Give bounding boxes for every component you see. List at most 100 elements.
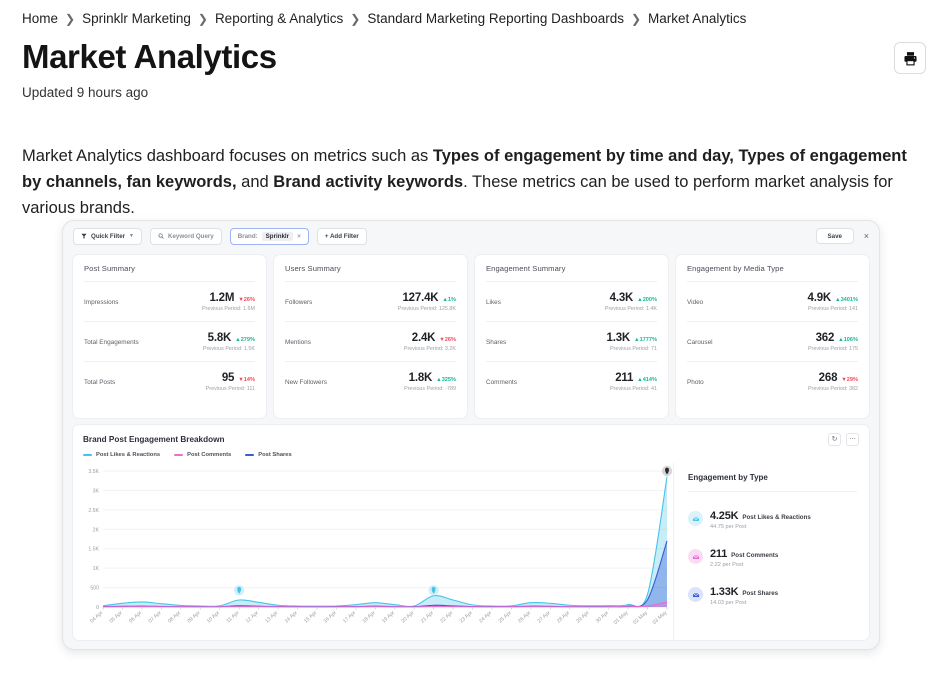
kpi-value-line: 95 ▼14% [206, 372, 255, 384]
kpi-delta: ▲414% [637, 377, 657, 383]
x-axis-tick-label: 10 Apr [206, 610, 221, 625]
add-filter-label: + Add Filter [324, 232, 359, 240]
more-options-icon[interactable]: ⋯ [846, 433, 859, 446]
kpi-delta: ▲325% [436, 377, 456, 383]
kpi-row: Comments 211 ▲414% Previous Period: 41 [486, 362, 657, 401]
x-axis-tick-label: 28 Apr [556, 610, 571, 625]
chart-annotation-pin[interactable] [428, 585, 439, 596]
kpi-previous-period: Previous Period: -789 [404, 386, 456, 392]
add-filter-button[interactable]: + Add Filter [316, 227, 367, 245]
kpi-value-group: 362 ▲106% Previous Period: 175 [808, 332, 858, 352]
quick-filter-label: Quick Filter [91, 232, 126, 240]
engagement-item-text: 4.25K Post Likes & Reactions 44.75 per P… [710, 510, 811, 530]
kpi-value-line: 268 ▼29% [808, 372, 858, 384]
y-axis-tick-label: 1.5K [88, 547, 99, 553]
kpi-card-title: Engagement by Media Type [687, 264, 784, 273]
breadcrumb-item-home[interactable]: Home [22, 11, 58, 26]
kpi-row: Video 4.9K ▲3401% Previous Period: 141 [687, 282, 858, 322]
quick-filter-button[interactable]: Quick Filter ▼ [73, 227, 142, 245]
kpi-value-line: 4.3K ▲200% [605, 292, 657, 304]
kpi-value-group: 4.9K ▲3401% Previous Period: 141 [808, 292, 858, 312]
kpi-row: New Followers 1.8K ▲325% Previous Period… [285, 362, 456, 401]
kpi-delta: ▲1777% [634, 337, 657, 343]
x-axis-tick-label: 03 May [652, 610, 669, 626]
engagement-per-post: 14.03 per Post [710, 600, 747, 606]
dashboard-toolbar: Quick Filter ▼ Keyword Query Brand: Spri… [63, 221, 879, 251]
kpi-card-engagement-summary: Engagement Summary Likes 4.3K ▲200% Prev… [474, 254, 669, 419]
inbox-icon [688, 511, 703, 526]
intro-text-2: and [236, 172, 274, 191]
engagement-name: Post Shares [742, 590, 779, 597]
engagement-name: Post Comments [731, 552, 779, 559]
legend-item-post-comments[interactable]: Post Comments [174, 452, 231, 458]
engagement-by-type-title: Engagement by Type [688, 473, 768, 482]
inbox-icon [688, 587, 703, 602]
kpi-value-group: 211 ▲414% Previous Period: 41 [610, 372, 657, 392]
kpi-delta: ▼14% [238, 377, 255, 383]
save-button[interactable]: Save [815, 228, 854, 244]
chart-area-2 [103, 540, 667, 607]
x-axis-tick-label: 27 Apr [536, 610, 551, 625]
kpi-label: Total Engagements [84, 338, 139, 346]
kpi-value-line: 5.8K ▲279% [203, 332, 255, 344]
keyword-query-placeholder: Keyword Query [168, 232, 214, 240]
chart-annotation-pin[interactable] [661, 465, 673, 477]
kpi-value-group: 127.4K ▲1% Previous Period: 125.8K [398, 292, 456, 312]
kpi-delta: ▲200% [637, 297, 657, 303]
x-axis-tick-label: 13 Apr [264, 610, 279, 625]
kpi-delta: ▲1% [442, 297, 456, 303]
kpi-label: Impressions [84, 298, 119, 306]
kpi-card-engagement-by-media-type: Engagement by Media Type Video 4.9K ▲340… [675, 254, 870, 419]
breadcrumb-separator-icon: ❯ [630, 11, 642, 26]
kpi-delta: ▲3401% [835, 297, 858, 303]
kpi-delta: ▲279% [235, 337, 255, 343]
y-axis-tick-label: 500 [90, 586, 99, 592]
chart-annotation-pin[interactable] [233, 585, 245, 596]
kpi-card-users-summary: Users Summary Followers 127.4K ▲1% Previ… [273, 254, 468, 419]
legend-item-post-likes[interactable]: Post Likes & Reactions [83, 452, 160, 458]
kpi-label: Comments [486, 378, 517, 386]
breadcrumb-item-sprinklr-marketing[interactable]: Sprinklr Marketing [82, 11, 191, 26]
legend-label: Post Shares [258, 452, 292, 458]
close-icon[interactable]: × [864, 231, 869, 241]
engagement-value-line: 1.33K Post Shares [710, 586, 778, 598]
breadcrumb-item-standard-dashboards[interactable]: Standard Marketing Reporting Dashboards [367, 11, 624, 26]
engagement-item-post-shares: 1.33K Post Shares 14.03 per Post [688, 586, 857, 606]
x-axis-tick-label: 26 Apr [517, 610, 532, 625]
x-axis-tick-label: 11 Apr [226, 610, 241, 624]
x-axis-tick-label: 22 Apr [439, 610, 454, 625]
engagement-per-post: 2.22 per Post [710, 562, 744, 568]
kpi-value-line: 362 ▲106% [808, 332, 858, 344]
brand-filter-chip[interactable]: Brand: Sprinklr × [229, 227, 309, 245]
chart-header: Brand Post Engagement Breakdown ↻ ⋯ [73, 425, 869, 446]
kpi-value-group: 1.2M ▼26% Previous Period: 1.6M [202, 292, 255, 312]
kpi-value-line: 1.2M ▼26% [202, 292, 255, 304]
kpi-row: Mentions 2.4K ▼26% Previous Period: 3.2K [285, 322, 456, 362]
y-axis-tick-label: 1K [93, 566, 100, 572]
kpi-value-line: 1.8K ▲325% [404, 372, 456, 384]
chart-plot-area[interactable]: 0 500 1K 1.5K 2K 2.5K 3K 3.5K 04 Apr 05 Apr 06 Apr… [73, 463, 673, 640]
x-axis-tick-label: 15 Apr [303, 610, 318, 625]
divider [688, 491, 857, 492]
breadcrumb-item-market-analytics: Market Analytics [648, 11, 747, 26]
legend-item-post-shares[interactable]: Post Shares [245, 452, 292, 458]
keyword-query-input[interactable]: Keyword Query [150, 227, 222, 245]
engagement-value: 211 [710, 548, 728, 560]
print-button[interactable] [894, 42, 926, 74]
y-axis-tick-label: 3.5K [88, 469, 99, 475]
page-root: Home ❯ Sprinklr Marketing ❯ Reporting & … [0, 0, 942, 678]
kpi-previous-period: Previous Period: 3.2K [403, 346, 456, 352]
kpi-previous-period: Previous Period: 141 [807, 306, 858, 312]
y-axis-tick-label: 0 [96, 605, 99, 611]
brand-filter-remove-icon[interactable]: × [297, 233, 301, 240]
engagement-item-post-comments: 211 Post Comments 2.22 per Post [688, 548, 857, 568]
kpi-delta: ▼29% [841, 377, 858, 383]
breadcrumb-item-reporting-analytics[interactable]: Reporting & Analytics [215, 11, 343, 26]
x-axis-tick-label: 25 Apr [498, 610, 513, 625]
engagement-area-chart: 0 500 1K 1.5K 2K 2.5K 3K 3.5K 04 Apr 05 Apr 06 Apr… [88, 465, 673, 626]
refresh-icon[interactable]: ↻ [828, 433, 841, 446]
filter-icon [81, 233, 87, 239]
x-axis-tick-label: 04 Apr [89, 610, 104, 625]
engagement-value-line: 4.25K Post Likes & Reactions [710, 510, 811, 522]
x-axis-tick-label: 18 Apr [361, 610, 376, 625]
